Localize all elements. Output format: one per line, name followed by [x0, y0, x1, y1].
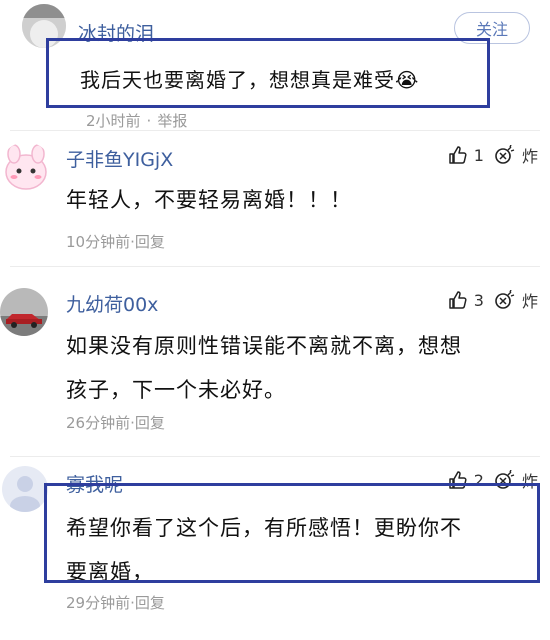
comment-text-line: 如果没有原则性错误能不离就不离，想想	[66, 334, 462, 358]
pink-character-avatar-icon	[0, 142, 52, 194]
bomb-icon	[495, 290, 515, 309]
like-button[interactable]: 1	[448, 145, 484, 165]
comment-meta: 2小时前 · 举报	[86, 110, 187, 131]
comment-2: 子非鱼YIGjX 1 炸 年轻人，不要轻易离婚！！！ 10分钟前·回复	[0, 130, 550, 265]
explode-button[interactable]: 炸	[494, 288, 538, 312]
comment-text-line: 要离婚，	[66, 560, 154, 584]
comment-text-line: 孩子，下一个未必好。	[66, 378, 286, 402]
timestamp: 29分钟前	[66, 594, 131, 612]
thumbs-up-icon	[449, 146, 467, 164]
avatar[interactable]	[0, 288, 48, 336]
comment-meta: 26分钟前·回复	[66, 412, 165, 433]
comment-actions: 3 炸	[448, 288, 538, 312]
crying-emoji-icon: 😭	[395, 68, 420, 92]
comment-text: 希望你看了这个后，有所感悟！更盼你不 要离婚，	[66, 506, 546, 594]
comment-meta: 29分钟前·回复	[66, 592, 165, 613]
avatar[interactable]	[2, 466, 48, 512]
comment-3: 九幼荷00x 3 炸 如果没有原则性错误能不离就不离，想想 孩子，下一个未必好。…	[0, 266, 550, 456]
comment-text: 我后天也要离婚了，想想真是难受😭	[80, 58, 419, 102]
comment-actions: 1 炸	[448, 143, 538, 167]
comment-text-line: 希望你看了这个后，有所感悟！更盼你不	[66, 516, 462, 540]
follow-button[interactable]: 关注	[454, 12, 530, 44]
explode-button[interactable]: 炸	[494, 143, 538, 167]
username[interactable]: 九幼荷00x	[66, 290, 158, 317]
explode-label: 炸	[521, 472, 538, 491]
like-count: 3	[473, 290, 484, 310]
bomb-icon	[495, 145, 515, 164]
like-count: 1	[473, 145, 484, 165]
report-link[interactable]: 举报	[157, 112, 187, 130]
avatar-photo-icon	[22, 4, 66, 48]
default-avatar-icon	[2, 466, 48, 512]
reply-link[interactable]: 回复	[135, 594, 165, 612]
comment-actions: 2 炸	[448, 468, 538, 492]
comment-1: 冰封的泪 关注 我后天也要离婚了，想想真是难受😭 2小时前 · 举报	[0, 0, 550, 135]
username[interactable]: 寡我呢	[66, 470, 123, 497]
thumbs-up-icon	[449, 291, 467, 309]
explode-label: 炸	[521, 147, 538, 166]
explode-label: 炸	[521, 292, 538, 311]
timestamp: 26分钟前	[66, 414, 131, 432]
comment-text-content: 我后天也要离婚了，想想真是难受	[80, 68, 395, 92]
thumbs-up-icon	[449, 471, 467, 489]
avatar[interactable]	[0, 142, 52, 194]
timestamp: 2小时前	[86, 112, 141, 130]
car-avatar-icon	[0, 288, 48, 336]
meta-separator: ·	[146, 112, 152, 130]
bomb-icon	[495, 470, 515, 489]
like-button[interactable]: 2	[448, 470, 484, 490]
comment-meta: 10分钟前·回复	[66, 231, 165, 252]
username[interactable]: 子非鱼YIGjX	[66, 145, 173, 172]
reply-link[interactable]: 回复	[135, 414, 165, 432]
like-count: 2	[473, 470, 484, 490]
comment-4: 寡我呢 2 炸 希望你看了这个后，有所感悟！更盼你不 要离婚， 29分钟前·回复	[0, 456, 550, 640]
like-button[interactable]: 3	[448, 290, 484, 310]
reply-link[interactable]: 回复	[135, 233, 165, 251]
timestamp: 10分钟前	[66, 233, 131, 251]
username[interactable]: 冰封的泪	[78, 19, 154, 46]
comment-text: 年轻人，不要轻易离婚！！！	[66, 188, 352, 212]
comment-text: 如果没有原则性错误能不离就不离，想想 孩子，下一个未必好。	[66, 324, 546, 412]
explode-button[interactable]: 炸	[494, 468, 538, 492]
avatar[interactable]	[22, 4, 66, 48]
